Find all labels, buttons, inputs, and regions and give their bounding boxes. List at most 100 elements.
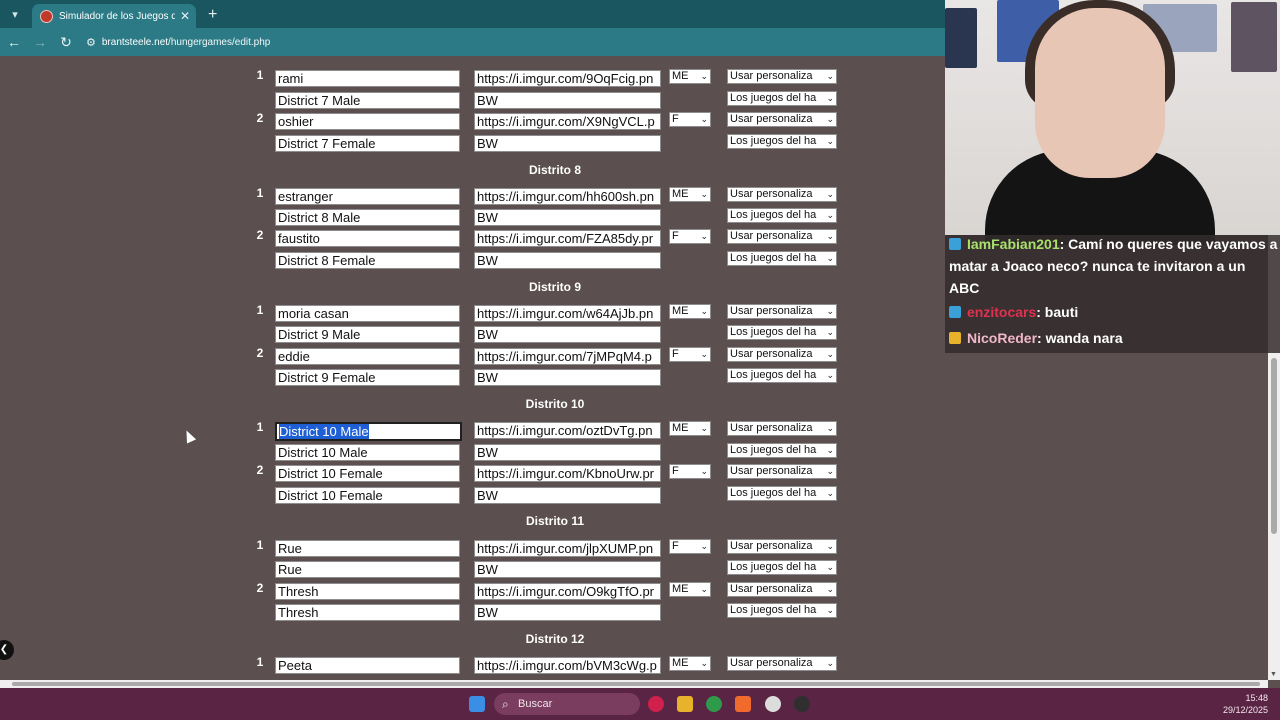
- image-url-input[interactable]: https://i.imgur.com/bVM3cWg.p: [474, 657, 661, 674]
- image-style-select[interactable]: Los juegos del ha ⌄: [727, 443, 837, 458]
- site-info-icon[interactable]: ⚙: [86, 36, 96, 49]
- image-option-select[interactable]: Usar personaliza ⌄: [727, 582, 837, 597]
- url-path: /hungergames/edit.php: [168, 36, 271, 48]
- select-value: Los juegos del ha: [730, 561, 817, 573]
- gender-select[interactable]: F ⌄: [669, 347, 711, 362]
- image-style-input[interactable]: BW: [474, 209, 661, 226]
- tribute-nickname-input[interactable]: District 7 Male: [275, 92, 460, 109]
- image-option-select[interactable]: Usar personaliza ⌄: [727, 421, 837, 436]
- image-option-select[interactable]: Usar personaliza ⌄: [727, 187, 837, 202]
- opera-icon[interactable]: [648, 696, 664, 712]
- tribute-name-input[interactable]: rami: [275, 70, 460, 87]
- ccleaner-icon[interactable]: [765, 696, 781, 712]
- horizontal-scroll-thumb[interactable]: [12, 682, 1260, 686]
- image-style-input[interactable]: BW: [474, 135, 661, 152]
- tribute-name-input[interactable]: District 10 Male: [275, 422, 462, 441]
- back-arrow-icon[interactable]: ←: [2, 34, 26, 50]
- image-style-input[interactable]: BW: [474, 369, 661, 386]
- select-value: Usar personaliza: [730, 113, 813, 125]
- windows-start-icon[interactable]: [469, 696, 485, 712]
- obs-icon[interactable]: [794, 696, 810, 712]
- horizontal-scrollbar[interactable]: [0, 680, 1268, 688]
- image-option-select[interactable]: Usar personaliza ⌄: [727, 229, 837, 244]
- image-style-input[interactable]: BW: [474, 252, 661, 269]
- image-style-select[interactable]: Los juegos del ha ⌄: [727, 486, 837, 501]
- tribute-nickname-input[interactable]: District 8 Male: [275, 209, 460, 226]
- image-style-select[interactable]: Los juegos del ha ⌄: [727, 251, 837, 266]
- tribute-nickname-input[interactable]: District 10 Male: [275, 444, 460, 461]
- image-style-input[interactable]: BW: [474, 487, 661, 504]
- image-style-select[interactable]: Los juegos del ha ⌄: [727, 325, 837, 340]
- new-tab-icon[interactable]: +: [208, 6, 217, 24]
- tribute-name-input[interactable]: eddie: [275, 348, 460, 365]
- image-style-input[interactable]: BW: [474, 444, 661, 461]
- image-option-select[interactable]: Usar personaliza ⌄: [727, 656, 837, 671]
- image-style-input[interactable]: BW: [474, 326, 661, 343]
- image-url-input[interactable]: https://i.imgur.com/X9NgVCL.p: [474, 113, 661, 130]
- browser-tab[interactable]: Simulador de los Juegos del Ha ✕: [32, 4, 196, 28]
- streamer-face: [1035, 8, 1165, 178]
- image-style-select[interactable]: Los juegos del ha ⌄: [727, 603, 837, 618]
- scroll-thumb[interactable]: [1271, 358, 1277, 534]
- tab-search-chevron-icon[interactable]: ▾: [4, 3, 26, 25]
- image-url-input[interactable]: https://i.imgur.com/O9kgTfO.pr: [474, 583, 661, 600]
- image-option-select[interactable]: Usar personaliza ⌄: [727, 347, 837, 362]
- scroll-down-icon[interactable]: ▼: [1270, 671, 1277, 678]
- reload-icon[interactable]: ↻: [54, 34, 78, 51]
- tribute-nickname-input[interactable]: District 10 Female: [275, 487, 460, 504]
- image-style-select[interactable]: Los juegos del ha ⌄: [727, 560, 837, 575]
- gender-select[interactable]: ME ⌄: [669, 656, 711, 671]
- tribute-nickname-input[interactable]: District 8 Female: [275, 252, 460, 269]
- image-option-select[interactable]: Usar personaliza ⌄: [727, 464, 837, 479]
- tribute-name-input[interactable]: Peeta: [275, 657, 460, 674]
- gender-select[interactable]: F ⌄: [669, 464, 711, 479]
- tribute-name-input[interactable]: moria casan: [275, 305, 460, 322]
- gender-select[interactable]: ME ⌄: [669, 582, 711, 597]
- tribute-nickname-input[interactable]: Rue: [275, 561, 460, 578]
- image-url-input[interactable]: https://i.imgur.com/FZA85dy.pr: [474, 230, 661, 247]
- image-style-select[interactable]: Los juegos del ha ⌄: [727, 91, 837, 106]
- brave-icon[interactable]: [735, 696, 751, 712]
- forward-arrow-icon[interactable]: →: [28, 34, 52, 50]
- gender-select[interactable]: ME ⌄: [669, 421, 711, 436]
- tribute-nickname-input[interactable]: District 7 Female: [275, 135, 460, 152]
- image-option-select[interactable]: Usar personaliza ⌄: [727, 304, 837, 319]
- file-explorer-icon[interactable]: [677, 696, 693, 712]
- tribute-name-input[interactable]: Rue: [275, 540, 460, 557]
- address-bar[interactable]: brantsteele.net/hungergames/edit.php: [102, 37, 270, 48]
- taskbar-search[interactable]: ⌕ Buscar: [494, 693, 640, 715]
- tribute-name-input[interactable]: Thresh: [275, 583, 460, 600]
- tribute-name-input[interactable]: faustito: [275, 230, 460, 247]
- tribute-name-input[interactable]: estranger: [275, 188, 460, 205]
- gender-select[interactable]: ME ⌄: [669, 69, 711, 84]
- image-style-input[interactable]: BW: [474, 561, 661, 578]
- tribute-name-input[interactable]: oshier: [275, 113, 460, 130]
- gender-select[interactable]: F ⌄: [669, 229, 711, 244]
- gender-select[interactable]: ME ⌄: [669, 304, 711, 319]
- image-style-select[interactable]: Los juegos del ha ⌄: [727, 368, 837, 383]
- close-tab-icon[interactable]: ✕: [180, 9, 190, 23]
- tribute-nickname-input[interactable]: District 9 Male: [275, 326, 460, 343]
- tribute-nickname-input[interactable]: District 9 Female: [275, 369, 460, 386]
- image-url-input[interactable]: https://i.imgur.com/w64AjJb.pn: [474, 305, 661, 322]
- image-url-input[interactable]: https://i.imgur.com/hh600sh.pn: [474, 188, 661, 205]
- chrome-icon[interactable]: [706, 696, 722, 712]
- gender-select[interactable]: F ⌄: [669, 112, 711, 127]
- image-url-input[interactable]: https://i.imgur.com/7jMPqM4.p: [474, 348, 661, 365]
- gender-select[interactable]: ME ⌄: [669, 187, 711, 202]
- image-url-input[interactable]: https://i.imgur.com/oztDvTg.pn: [474, 422, 661, 439]
- tribute-nickname-input[interactable]: Thresh: [275, 604, 460, 621]
- image-url-input[interactable]: https://i.imgur.com/9OqFcig.pn: [474, 70, 661, 87]
- image-option-select[interactable]: Usar personaliza ⌄: [727, 112, 837, 127]
- system-clock[interactable]: 15:48 29/12/2025: [1223, 692, 1268, 716]
- image-url-input[interactable]: https://i.imgur.com/KbnoUrw.pr: [474, 465, 661, 482]
- image-url-input[interactable]: https://i.imgur.com/jlpXUMP.pn: [474, 540, 661, 557]
- image-option-select[interactable]: Usar personaliza ⌄: [727, 69, 837, 84]
- tribute-name-input[interactable]: District 10 Female: [275, 465, 460, 482]
- image-style-select[interactable]: Los juegos del ha ⌄: [727, 208, 837, 223]
- image-style-select[interactable]: Los juegos del ha ⌄: [727, 134, 837, 149]
- image-style-input[interactable]: BW: [474, 604, 661, 621]
- gender-select[interactable]: F ⌄: [669, 539, 711, 554]
- image-option-select[interactable]: Usar personaliza ⌄: [727, 539, 837, 554]
- image-style-input[interactable]: BW: [474, 92, 661, 109]
